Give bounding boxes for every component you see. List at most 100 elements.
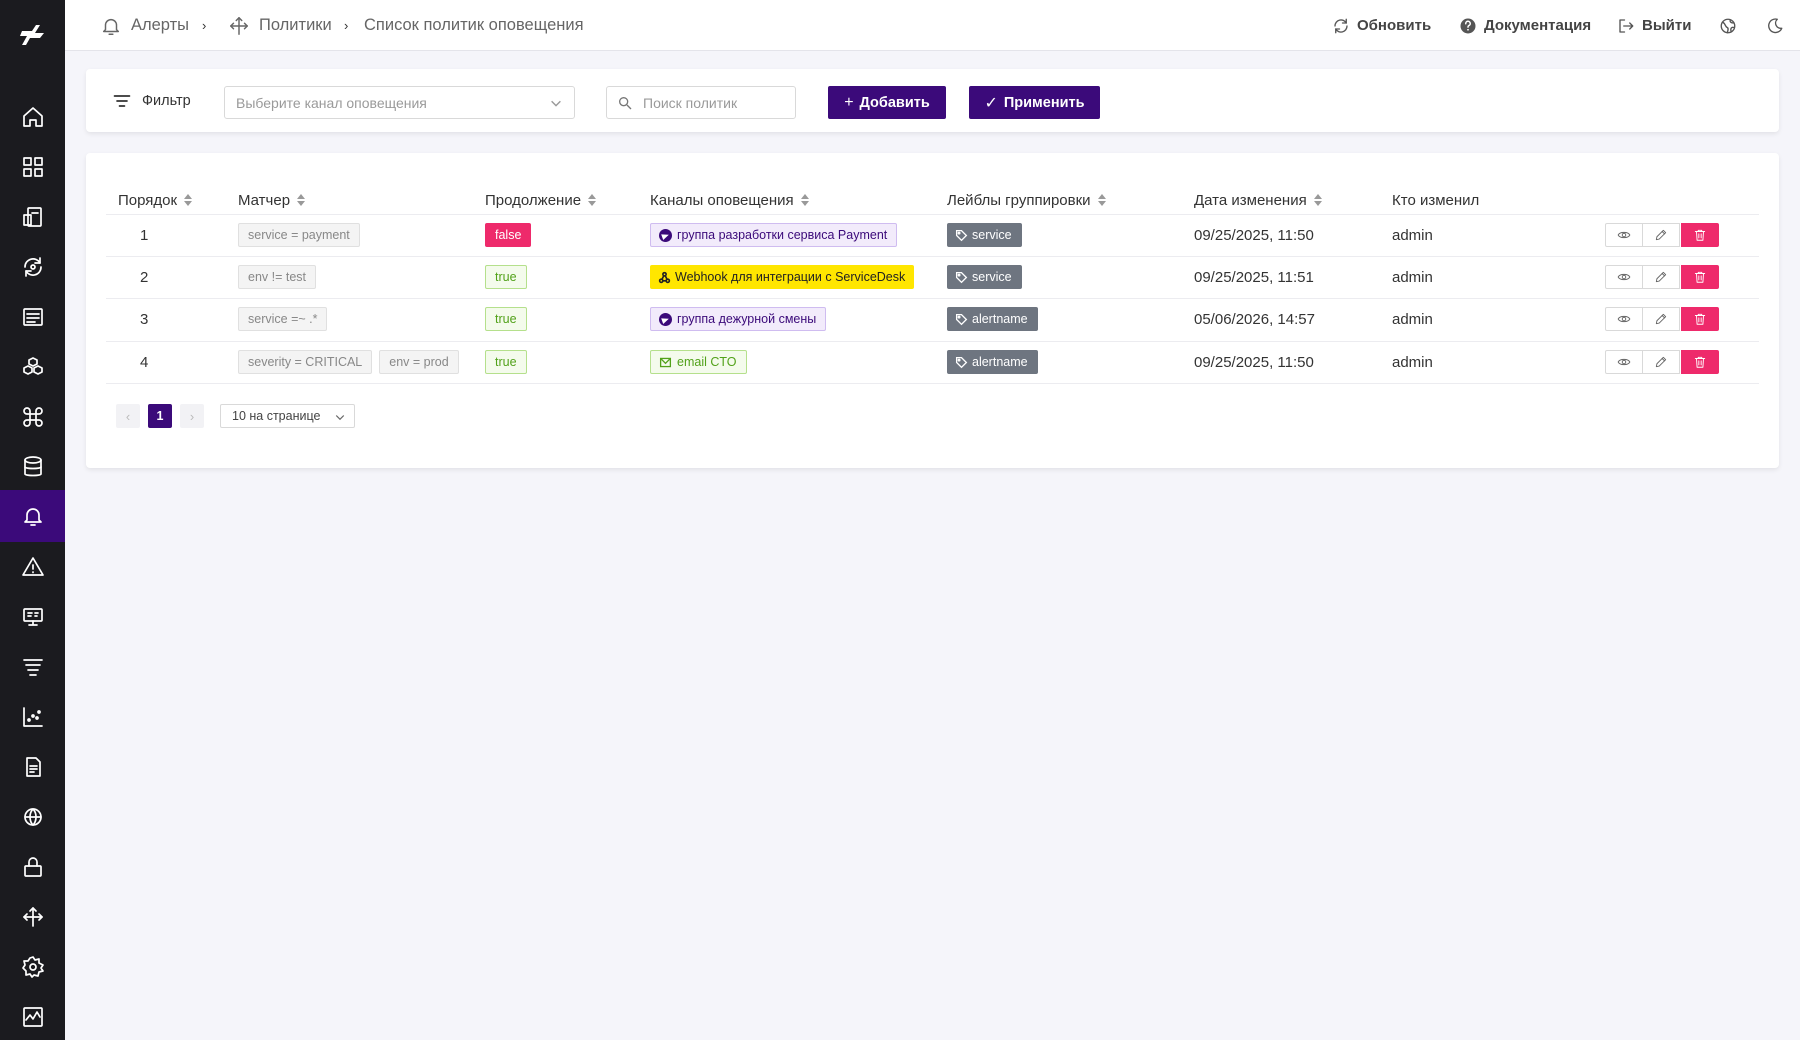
sidebar-item-analytics[interactable] [0,694,65,740]
view-button[interactable] [1605,223,1643,247]
next-page-button[interactable]: › [180,404,204,428]
channel-tag[interactable]: группа разработки сервиса Payment [650,223,898,247]
column-header-channels[interactable]: Каналы оповещения [650,185,809,215]
label-text: service [972,270,1012,284]
logo[interactable] [0,0,65,72]
edit-button[interactable] [1642,223,1680,247]
apply-button[interactable]: ✓ Применить [969,86,1100,119]
column-header-order[interactable]: Порядок [118,185,193,215]
continue-badge: true [485,350,527,374]
docs-label: Документация [1484,17,1592,34]
filter-toggle[interactable]: Фильтр [112,69,191,132]
refresh-button[interactable]: Обновить [1332,0,1431,51]
column-label: Матчер [238,191,291,209]
channel-name: группа дежурной смены [677,312,817,326]
sidebar-item-routing[interactable] [0,894,65,940]
tag-icon [955,356,968,368]
globe-icon [1720,18,1736,33]
label-cell: service [947,265,1022,289]
sidebar-item-monitoring[interactable] [0,594,65,640]
command-icon [22,407,43,427]
column-header-matcher[interactable]: Матчер [238,185,306,215]
sidebar-item-dashboards[interactable] [0,144,65,190]
breadcrumb-policies-label: Политики [259,16,332,34]
divider [106,383,1759,384]
edit-button[interactable] [1642,307,1680,331]
edit-button[interactable] [1642,265,1680,289]
lock-icon [23,857,42,877]
docs-button[interactable]: Документация [1459,0,1591,51]
breadcrumb-policies[interactable]: Политики [228,0,332,51]
sidebar-item-network[interactable] [0,794,65,840]
sidebar-item-storage[interactable] [0,444,65,490]
divider [106,298,1759,299]
label-tag: alertname [947,307,1038,331]
matcher-tag: service = payment [238,223,360,247]
column-header-labels[interactable]: Лейблы группировки [947,185,1106,215]
sidebar-item-sync[interactable] [0,244,65,290]
sidebar-item-activity[interactable] [0,994,65,1040]
filter-label: Фильтр [142,92,191,109]
document-icon [25,757,41,777]
sort-icon[interactable] [800,194,809,206]
channel-cell: группа дежурной смены [650,307,827,331]
sort-icon[interactable] [1097,194,1106,206]
sort-icon[interactable] [297,194,306,206]
language-button[interactable] [1719,0,1744,51]
pencil-icon [1655,271,1667,283]
sidebar-item-filters[interactable] [0,644,65,690]
sidebar-item-reports[interactable] [0,744,65,790]
breadcrumb-separator: › [202,18,207,33]
sidebar-item-home[interactable] [0,94,65,140]
sort-icon[interactable] [184,194,193,206]
apply-label: Применить [1003,94,1085,111]
view-button[interactable] [1605,307,1643,331]
add-button[interactable]: + Добавить [828,86,946,119]
sidebar-item-integrations[interactable] [0,394,65,440]
label-tag: service [947,223,1022,247]
channel-name: email CTO [677,355,737,369]
breadcrumb-alerts[interactable]: Алерты [100,0,189,51]
sidebar-item-lists[interactable] [0,294,65,340]
delete-button[interactable] [1681,223,1719,247]
sort-icon[interactable] [588,194,597,206]
channel-select[interactable]: Выберите канал оповещения [224,86,575,119]
channel-tag[interactable]: Webhook для интеграции с ServiceDesk [650,265,915,289]
delete-button[interactable] [1681,307,1719,331]
plus-icon: + [844,93,854,111]
sidebar-item-incidents[interactable] [0,544,65,590]
view-button[interactable] [1605,265,1643,289]
column-header-date[interactable]: Дата изменения [1194,185,1322,215]
prev-page-button[interactable]: ‹ [116,404,140,428]
view-button[interactable] [1605,350,1643,374]
delete-button[interactable] [1681,350,1719,374]
search-input[interactable]: Поиск политик [606,86,796,119]
sort-icon[interactable] [1313,194,1322,206]
sidebar-item-settings[interactable] [0,944,65,990]
sidebar-item-alerts[interactable] [0,490,65,542]
bell-icon [23,508,42,526]
logout-button[interactable]: Выйти [1617,0,1691,51]
telegram-icon [659,228,672,242]
page-title: Список политик оповещения [364,16,584,34]
divider [106,214,1759,215]
channel-tag[interactable]: группа дежурной смены [650,307,827,331]
trash-icon [1694,313,1706,325]
date-cell: 09/25/2025, 11:50 [1194,353,1314,371]
sidebar-item-cost[interactable] [0,194,65,240]
chevron-down-icon [551,100,561,107]
column-header-author: Кто изменил [1392,185,1479,215]
edit-button[interactable] [1642,350,1680,374]
channel-tag[interactable]: email CTO [650,350,747,374]
theme-toggle-button[interactable] [1766,0,1791,51]
divider [106,341,1759,342]
column-header-continue[interactable]: Продолжение [485,185,597,215]
home-icon [22,107,43,127]
page-size-select[interactable]: 10 на странице [220,404,355,428]
delete-button[interactable] [1681,265,1719,289]
warning-icon [21,557,44,576]
sidebar-item-security[interactable] [0,844,65,890]
page-1-button[interactable]: 1 [148,404,172,428]
channel-cell: группа разработки сервиса Payment [650,223,898,247]
sidebar-item-services[interactable] [0,344,65,390]
